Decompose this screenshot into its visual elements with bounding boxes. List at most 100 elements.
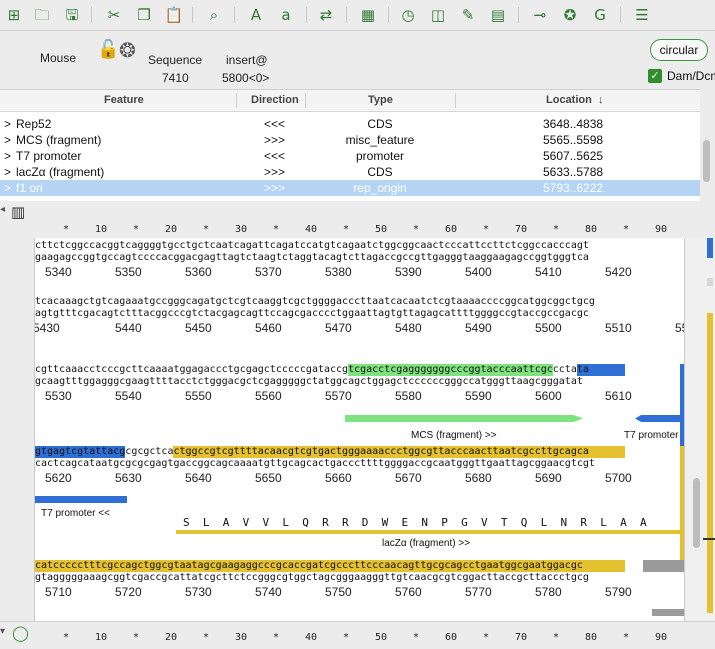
top-strand[interactable]: gtgagtcgtattacgcgcgctcactggccgtcgttttaca…	[35, 446, 684, 458]
grid-icon[interactable]: ▦	[358, 5, 378, 25]
ruler-tick-label: 20	[165, 224, 178, 235]
position-number: 5640	[185, 471, 212, 485]
fingerprint-icon[interactable]: ❂	[119, 38, 136, 62]
status-bar: ▾ ◯ * 10 * 20 * 30 * 40 * 50 * 60 * 70 * 80 * 90	[0, 621, 715, 649]
ruler-tick-label: 10	[95, 632, 108, 643]
column-view-icon[interactable]: ▥	[11, 203, 25, 221]
new-file-icon[interactable]: ⊞	[4, 5, 24, 25]
position-number: 5510	[605, 321, 632, 335]
position-ruler-top: * 10 * 20 * 30 * 40 * 50 * 60 * 70 * 80 * 90	[34, 224, 684, 238]
feature-type: CDS	[367, 117, 393, 131]
collapse-arrow-icon[interactable]: ◂	[0, 204, 5, 215]
position-number: 5610	[605, 389, 632, 403]
expand-chevron-icon: >	[4, 133, 12, 147]
primer-icon[interactable]: ✎	[458, 5, 478, 25]
feature-location: 5793..6222	[543, 181, 604, 195]
lock-icon[interactable]: 🔓	[97, 39, 119, 60]
features-scrollbar[interactable]	[703, 140, 710, 182]
map-overview-strip[interactable]	[685, 238, 715, 621]
t7-feature-arrow[interactable]	[635, 415, 684, 422]
col-type[interactable]: Type	[368, 94, 393, 106]
col-direction[interactable]: Direction	[251, 94, 299, 106]
clock-icon[interactable]: ◷	[398, 5, 418, 25]
position-number: 5540	[115, 389, 142, 403]
search-icon[interactable]: ⌕	[204, 5, 224, 25]
enzyme-icon[interactable]: ⊸	[530, 5, 550, 25]
col-location[interactable]: Location	[546, 94, 592, 106]
bottom-strand[interactable]: gaagagccggtgccagtccccacggacgagttagtctaag…	[35, 252, 684, 264]
cut-icon[interactable]: ✂	[104, 5, 124, 25]
open-file-icon[interactable]: 🗀	[32, 5, 52, 25]
ruler-tick-label: 50	[375, 632, 388, 643]
top-strand[interactable]: cttctcggccacggtcaggggtgcctgctcaatcagattc…	[35, 240, 684, 252]
save-icon[interactable]: 🖫	[62, 5, 82, 25]
ruler-tick-label: *	[63, 632, 70, 643]
sequence-scrollbar-thumb[interactable]	[693, 478, 700, 548]
lacz-feature-arrow[interactable]	[176, 530, 684, 534]
position-number: 5590	[465, 389, 492, 403]
g-badge-icon[interactable]: G	[590, 5, 610, 25]
feature-row[interactable]: > Rep52 <<< CDS 3648..4838	[0, 116, 700, 132]
badge-icon[interactable]: ✪	[560, 5, 580, 25]
feature-name: f1 ori	[16, 181, 43, 195]
translation-row: S L A V V L Q R R D W E N P G V T Q L N …	[183, 516, 647, 529]
ruler-tick-label: 40	[305, 224, 318, 235]
feature-row[interactable]: > MCS (fragment) >>> misc_feature 5565..5598	[0, 132, 700, 148]
flip-icon[interactable]: ⇄	[316, 5, 336, 25]
ruler-tick-label: *	[133, 632, 140, 643]
t7-feature-arrow[interactable]	[35, 496, 127, 503]
ruler-tick-label: *	[623, 632, 630, 643]
ruler-tick-label: 80	[585, 224, 598, 235]
col-feature[interactable]: Feature	[104, 94, 144, 106]
translate-icon[interactable]: A	[246, 5, 266, 25]
info-bar: Mouse 🔓 ❂ Sequence 7410 insert@ 5800<0> …	[0, 31, 715, 89]
ruler-tick-label: 70	[515, 224, 528, 235]
position-number: 5530	[45, 389, 72, 403]
top-strand[interactable]: cgttcaaacctcccgcttcaaaatggagaccctgcgagct…	[35, 364, 684, 376]
position-number: 5690	[535, 471, 562, 485]
top-strand[interactable]: tcacaaagctgtcagaaatgccgggcagatgctcgtcaag…	[35, 296, 684, 308]
variable-icon[interactable]: a	[276, 5, 296, 25]
feature-row[interactable]: > f1 ori >>> rep_origin 5793..6222	[0, 180, 700, 196]
position-number: 5630	[115, 471, 142, 485]
feature-type: misc_feature	[345, 133, 415, 147]
top-strand[interactable]: catccccctttcgccagctggcgtaatagcgaagaggccc…	[35, 560, 684, 572]
f1-feature-arrow[interactable]	[652, 609, 684, 616]
sequence-editor-window: ⊞ 🗀 🖫 ✂ ❐ 📋 ⌕ A a ⇄ ▦ ◷ ◫ ✎ ▤ ⊸ ✪ G ☰ Mo…	[0, 0, 715, 649]
position-number: 5550	[185, 389, 212, 403]
circular-toggle-button[interactable]: circular	[650, 39, 708, 61]
ruler-tick-label: 60	[445, 224, 458, 235]
feature-row[interactable]: > lacZα (fragment) >>> CDS 5633..5788	[0, 164, 700, 180]
bottom-strand[interactable]: gcaagtttggagggcgaagttttacctctgggacgctcga…	[35, 376, 684, 388]
paste-icon[interactable]: 📋	[164, 5, 184, 25]
t7-feature-label: T7 promoter <<	[41, 508, 110, 519]
feature-direction: <<<	[264, 117, 286, 131]
expand-arrow-icon[interactable]: ▾	[0, 626, 5, 637]
ruler-tick-label: *	[63, 224, 70, 235]
position-number: 5450	[185, 321, 212, 335]
t7-feature-label: T7 promoter	[624, 430, 679, 441]
position-number: 5410	[535, 265, 562, 279]
mouse-label: Mouse	[40, 51, 77, 65]
dam-dcm-checkbox[interactable]: ✓	[648, 69, 662, 83]
ruler-tick-label: *	[413, 632, 420, 643]
features-table-header: Feature Direction Type Location ↓	[0, 90, 700, 112]
ruler-tick-label: *	[483, 632, 490, 643]
chat-icon[interactable]: ◯	[12, 624, 29, 642]
insert-position: 5800<0>	[222, 71, 270, 85]
menu-icon[interactable]: ☰	[632, 5, 652, 25]
bottom-strand[interactable]: cactcagcataatgcgcgcgagtgaccggcagcaaaatgt…	[35, 458, 684, 470]
map-icon[interactable]: ◫	[428, 5, 448, 25]
feature-name: T7 promoter	[16, 149, 82, 163]
position-number: 5560	[255, 389, 282, 403]
mcs-feature-arrow[interactable]	[345, 415, 583, 422]
feature-row[interactable]: > T7 promoter <<< promoter 5607..5625	[0, 148, 700, 164]
lacz-feature-label: lacZα (fragment) >>	[382, 538, 471, 549]
bottom-strand[interactable]: gtagggggaaagcggtcgaccgcattatcgcttctccggg…	[35, 572, 684, 584]
feature-name: Rep52	[16, 117, 52, 131]
position-number: 5670	[395, 471, 422, 485]
sequence-view[interactable]: cttctcggccacggtcaggggtgcctgctcaatcagattc…	[34, 238, 685, 621]
copy-icon[interactable]: ❐	[134, 5, 154, 25]
bottom-strand[interactable]: agtgtttcgacagtctttacggcccgtctacgagcagttc…	[35, 308, 684, 320]
note-icon[interactable]: ▤	[488, 5, 508, 25]
